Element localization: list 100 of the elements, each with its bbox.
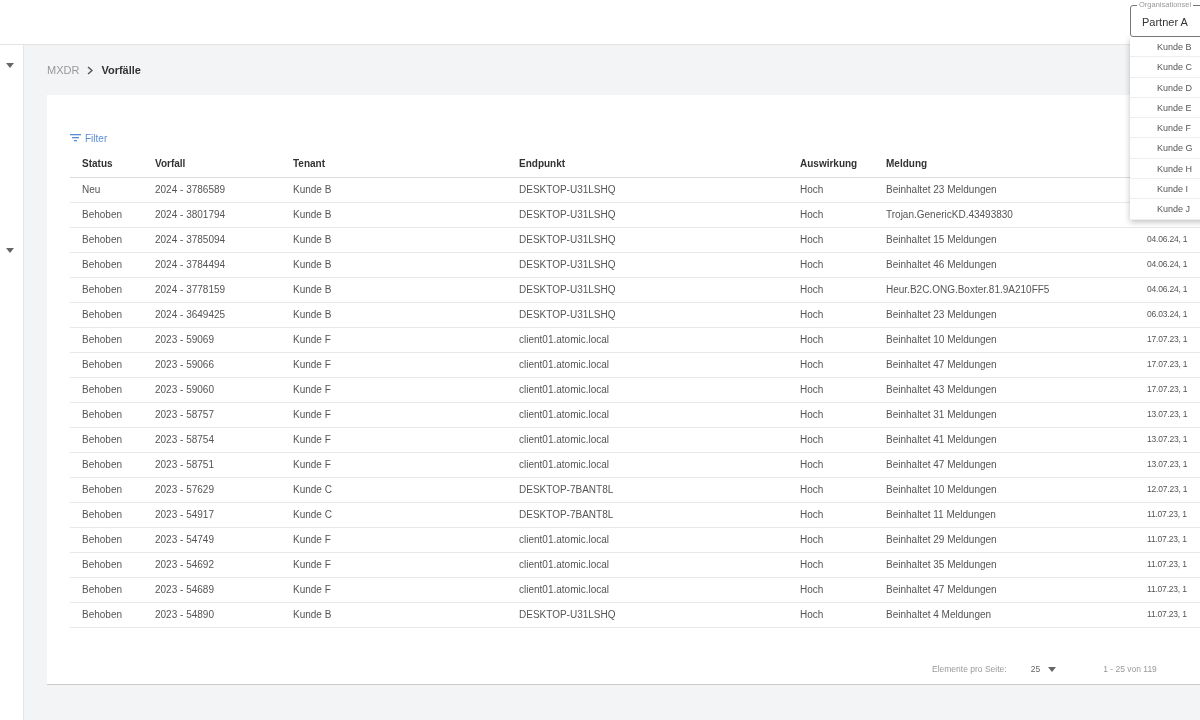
table-cell: client01.atomic.local: [507, 527, 788, 552]
dropdown-option[interactable]: Kunde E: [1130, 97, 1200, 119]
table-cell: 17.07.23, 1: [1144, 352, 1200, 377]
table-cell: Hoch: [788, 277, 874, 302]
table-cell: Beinhaltet 47 Meldungen: [874, 352, 1144, 377]
dropdown-option[interactable]: Kunde B: [1130, 37, 1200, 58]
table-cell: 2024 - 3784494: [143, 252, 281, 277]
table-cell: client01.atomic.local: [507, 377, 788, 402]
table-cell: client01.atomic.local: [507, 552, 788, 577]
table-cell: Behoben: [70, 427, 143, 452]
table-cell: Hoch: [788, 252, 874, 277]
table-cell: Hoch: [788, 402, 874, 427]
table-cell: Behoben: [70, 327, 143, 352]
chevron-icon: [87, 65, 94, 75]
table-cell: 06.03.24, 1: [1144, 302, 1200, 327]
caret-icon[interactable]: [6, 248, 14, 253]
breadcrumb-item: Vorfälle: [101, 62, 141, 78]
table-cell: DESKTOP-U31LSHQ: [507, 202, 788, 227]
table-cell: 11.07.23, 1: [1144, 527, 1200, 552]
table-cell: 2024 - 3649425: [143, 302, 281, 327]
table-cell: DESKTOP-U31LSHQ: [507, 252, 788, 277]
table-cell: client01.atomic.local: [507, 352, 788, 377]
table-cell: 13.07.23, 1: [1144, 452, 1200, 477]
table-cell: Beinhaltet 23 Meldungen: [874, 302, 1144, 327]
table-cell: 2023 - 59060: [143, 377, 281, 402]
table-cell: 11.07.23, 1: [1144, 577, 1200, 602]
table-cell: Hoch: [788, 177, 874, 202]
table-cell: Hoch: [788, 352, 874, 377]
table-cell: Kunde B: [281, 602, 507, 627]
table-cell: Behoben: [70, 302, 143, 327]
table-cell: Beinhaltet 29 Meldungen: [874, 527, 1144, 552]
table-cell: Kunde F: [281, 577, 507, 602]
table-cell: Kunde F: [281, 402, 507, 427]
table-cell: Behoben: [70, 352, 143, 377]
table-cell: Hoch: [788, 327, 874, 352]
table-cell: Hoch: [788, 227, 874, 252]
table-cell: 04.06.24, 1: [1144, 227, 1200, 252]
table-cell: Behoben: [70, 452, 143, 477]
table-cell: Beinhaltet 43 Meldungen: [874, 377, 1144, 402]
dropdown-option[interactable]: Kunde C: [1130, 57, 1200, 78]
table-cell: Beinhaltet 4 Meldungen: [874, 602, 1144, 627]
table-cell: Behoben: [70, 552, 143, 577]
table-cell: Behoben: [70, 252, 143, 277]
table-cell: Kunde F: [281, 527, 507, 552]
table-cell: DESKTOP-U31LSHQ: [507, 177, 788, 202]
table-cell: Behoben: [70, 577, 143, 602]
table-cell: Beinhaltet 47 Meldungen: [874, 452, 1144, 477]
table-cell: Kunde F: [281, 427, 507, 452]
table-cell: Behoben: [70, 602, 143, 627]
table-cell: 17.07.23, 1: [1144, 327, 1200, 352]
column-header: Endpunkt: [507, 151, 788, 177]
table-cell: 2023 - 54689: [143, 577, 281, 602]
table-cell: Behoben: [70, 377, 143, 402]
table-cell: Beinhaltet 11 Meldungen: [874, 502, 1144, 527]
table-cell: 2023 - 58754: [143, 427, 281, 452]
table-cell: Kunde F: [281, 552, 507, 577]
table-cell: Hoch: [788, 202, 874, 227]
table-cell: client01.atomic.local: [507, 427, 788, 452]
table-cell: DESKTOP-U31LSHQ: [507, 277, 788, 302]
table-cell: 2023 - 58751: [143, 452, 281, 477]
table-cell: 11.07.23, 1: [1144, 552, 1200, 577]
table-cell: 2024 - 3801794: [143, 202, 281, 227]
filter-icon: [70, 134, 81, 142]
select-value: Partner A: [1142, 16, 1188, 28]
table-cell: Hoch: [788, 452, 874, 477]
filter-button[interactable]: Filter: [70, 125, 108, 151]
table-cell: 17.07.23, 1: [1144, 377, 1200, 402]
table-cell: Hoch: [788, 552, 874, 577]
per-page-select[interactable]: 25: [1030, 663, 1057, 676]
table-cell: 2023 - 54749: [143, 527, 281, 552]
table-cell: Hoch: [788, 502, 874, 527]
table-cell: 2023 - 59069: [143, 327, 281, 352]
table-cell: client01.atomic.local: [507, 452, 788, 477]
table-cell: Kunde B: [281, 227, 507, 252]
dropdown-option[interactable]: Kunde D: [1130, 77, 1200, 98]
table-cell: 2023 - 54692: [143, 552, 281, 577]
table-cell: Beinhaltet 10 Meldungen: [874, 327, 1144, 352]
table-cell: Kunde F: [281, 377, 507, 402]
table-cell: Behoben: [70, 402, 143, 427]
column-header: Vorfall: [143, 151, 281, 177]
caret-icon[interactable]: [6, 63, 14, 68]
table-cell: Hoch: [788, 577, 874, 602]
table-cell: 13.07.23, 1: [1144, 427, 1200, 452]
table-cell: DESKTOP-7BANT8L: [507, 477, 788, 502]
table-cell: 2023 - 57629: [143, 477, 281, 502]
table-cell: Beinhaltet 15 Meldungen: [874, 227, 1144, 252]
table-cell: Kunde B: [281, 177, 507, 202]
table-cell: Beinhaltet 47 Meldungen: [874, 577, 1144, 602]
table-cell: Kunde B: [281, 302, 507, 327]
table-cell: Kunde F: [281, 327, 507, 352]
table-cell: Beinhaltet 31 Meldungen: [874, 402, 1144, 427]
dropdown-option[interactable]: Kunde F: [1130, 118, 1200, 139]
table-cell: Beinhaltet 10 Meldungen: [874, 477, 1144, 502]
table-cell: 2024 - 3778159: [143, 277, 281, 302]
table-cell: Kunde C: [281, 502, 507, 527]
column-header: Auswirkung: [788, 151, 874, 177]
table-cell: Kunde B: [281, 252, 507, 277]
table-cell: 11.07.23, 1: [1144, 602, 1200, 627]
per-page-label: Elemente pro Seite:: [932, 663, 1007, 676]
table-cell: DESKTOP-7BANT8L: [507, 502, 788, 527]
